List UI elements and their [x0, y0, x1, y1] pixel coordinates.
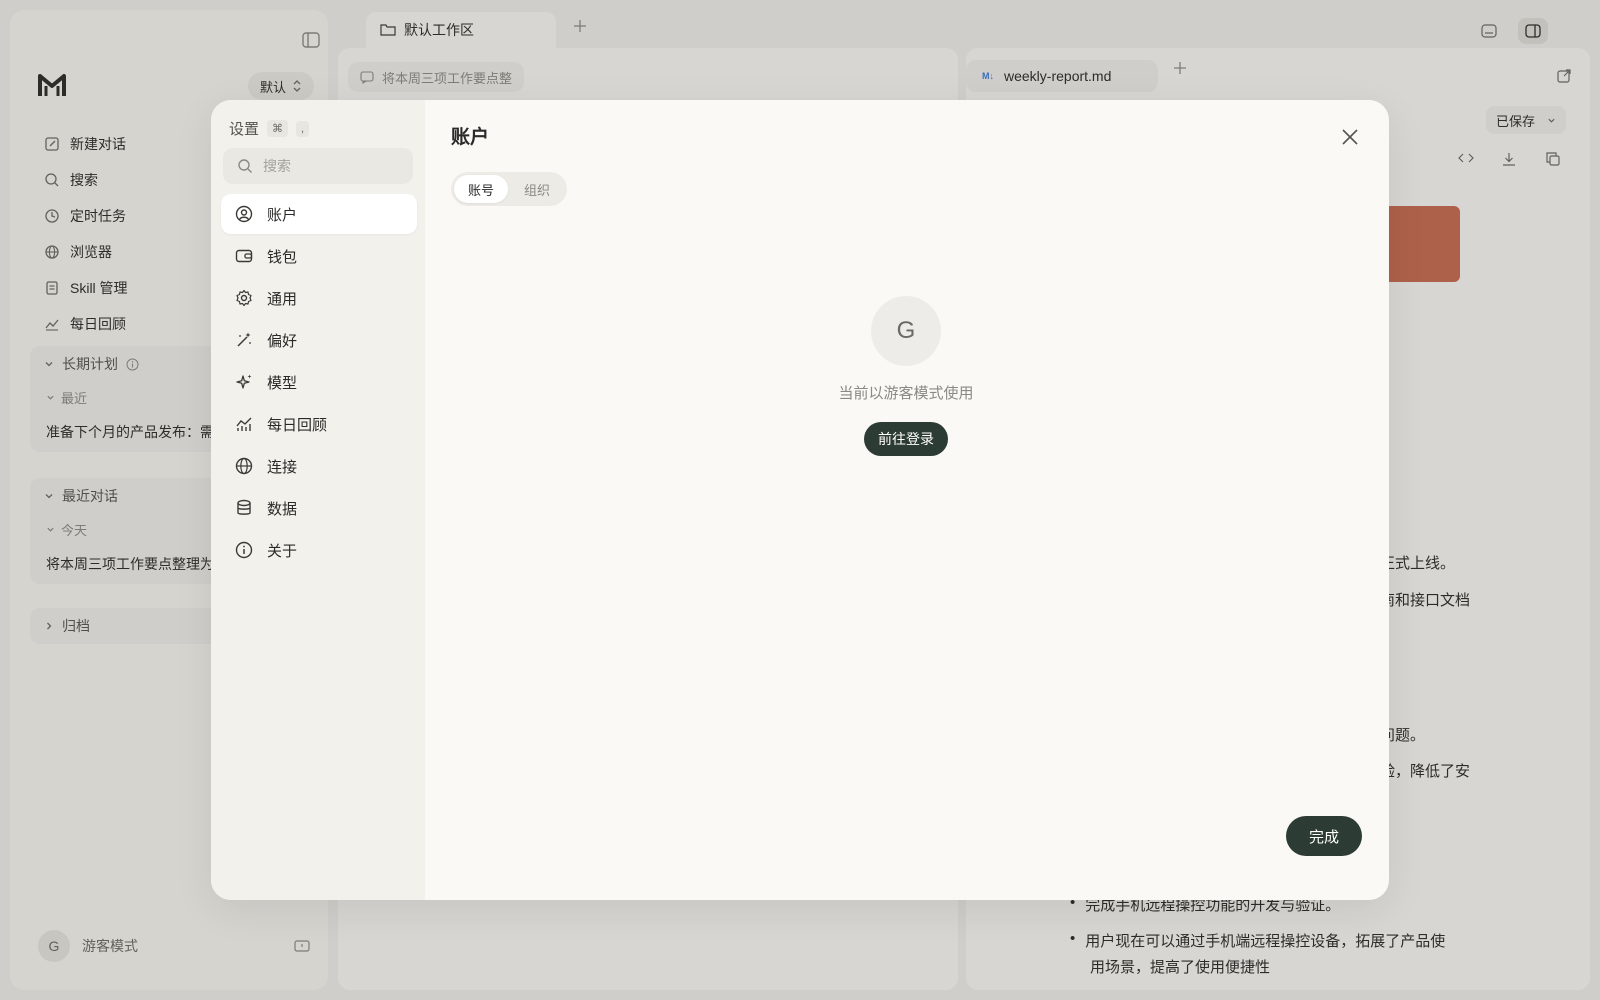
settings-sidebar: 设置 ⌘ , 搜索 账户 钱包 通用 偏好 模型 每日回顾 连接 数据 关于 — [211, 100, 425, 900]
settings-item-label: 连接 — [267, 458, 298, 476]
settings-item-label: 模型 — [267, 374, 298, 392]
tab-account[interactable]: 账号 — [454, 175, 509, 203]
settings-item-data[interactable]: 数据 — [221, 488, 417, 528]
settings-item-general[interactable]: 通用 — [221, 278, 417, 318]
user-circle-icon — [235, 205, 253, 223]
settings-title-text: 设置 — [229, 121, 260, 138]
settings-dialog: 设置 ⌘ , 搜索 账户 钱包 通用 偏好 模型 每日回顾 连接 数据 关于 账… — [211, 100, 1389, 900]
settings-item-connections[interactable]: 连接 — [221, 446, 417, 486]
close-icon[interactable] — [1341, 128, 1359, 146]
account-tabs: 账号 组织 — [451, 172, 568, 206]
info-icon — [235, 541, 253, 559]
globe-icon — [235, 457, 253, 475]
shortcut-key: ⌘ — [267, 120, 289, 137]
login-button[interactable]: 前往登录 — [864, 422, 948, 456]
search-placeholder: 搜索 — [263, 158, 291, 174]
database-icon — [235, 499, 253, 517]
settings-item-preferences[interactable]: 偏好 — [221, 320, 417, 360]
settings-item-daily-review[interactable]: 每日回顾 — [221, 404, 417, 444]
settings-item-label: 每日回顾 — [267, 416, 328, 434]
settings-item-label: 通用 — [267, 290, 298, 308]
settings-search-input[interactable]: 搜索 — [223, 148, 413, 184]
shortcut-key: , — [296, 120, 310, 137]
settings-title: 设置 ⌘ , — [229, 118, 310, 139]
gear-icon — [235, 289, 253, 307]
settings-item-wallet[interactable]: 钱包 — [221, 236, 417, 276]
tab-organization[interactable]: 组织 — [510, 175, 564, 203]
settings-item-label: 账户 — [267, 206, 298, 224]
wallet-icon — [235, 247, 253, 265]
chart-icon — [235, 415, 253, 433]
search-icon — [237, 158, 253, 174]
magic-wand-icon — [235, 331, 253, 349]
settings-item-about[interactable]: 关于 — [221, 530, 417, 570]
settings-item-label: 偏好 — [267, 332, 298, 350]
section-title: 账户 — [451, 127, 490, 148]
settings-item-label: 数据 — [267, 500, 298, 518]
settings-item-label: 关于 — [267, 542, 298, 560]
settings-item-label: 钱包 — [267, 248, 298, 266]
sparkle-icon — [235, 373, 253, 391]
done-button[interactable]: 完成 — [1286, 816, 1362, 856]
settings-nav: 账户 钱包 通用 偏好 模型 每日回顾 连接 数据 关于 — [221, 194, 417, 572]
avatar: G — [871, 296, 941, 366]
settings-item-account[interactable]: 账户 — [221, 194, 417, 234]
guest-mode-message: 当前以游客模式使用 — [838, 385, 974, 402]
settings-item-model[interactable]: 模型 — [221, 362, 417, 402]
